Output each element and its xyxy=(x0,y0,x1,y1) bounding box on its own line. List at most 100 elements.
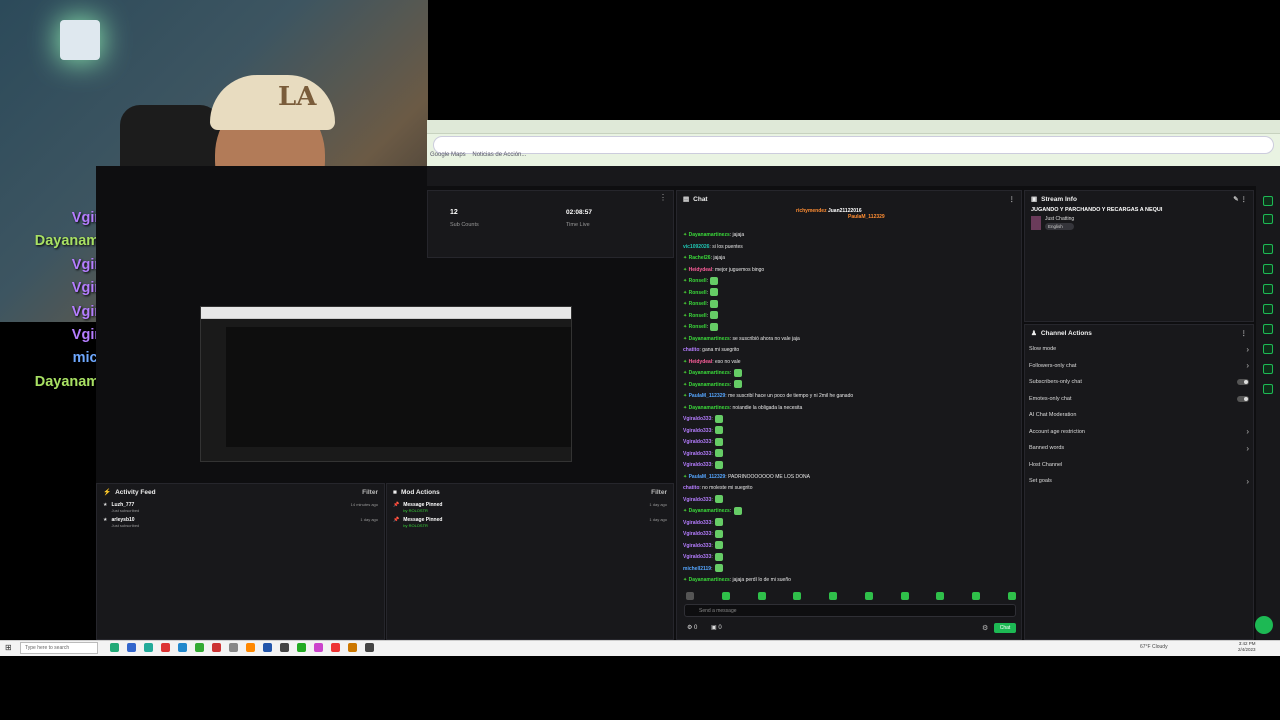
channel-action-item[interactable]: Host Channel xyxy=(1025,457,1253,474)
bookmark-item[interactable]: Google Maps xyxy=(430,152,466,158)
channel-action-item[interactable]: Followers-only chat › xyxy=(1025,358,1253,375)
channel-action-item[interactable]: Banned words › xyxy=(1025,440,1253,457)
chat-username[interactable]: Vgiraldo333 xyxy=(683,520,711,526)
emote-shortcut-icon[interactable] xyxy=(686,592,694,600)
mod-filter-button[interactable]: Filter xyxy=(651,489,667,496)
chat-username[interactable]: Ronsell xyxy=(689,278,707,284)
chat-username[interactable]: Vgiraldo333 xyxy=(683,531,711,537)
taskbar-app-icon[interactable] xyxy=(161,643,170,652)
browser-tab-bar[interactable] xyxy=(427,120,1280,134)
chat-username[interactable]: Ronsell xyxy=(689,301,707,307)
chat-username[interactable]: Dayanamartinezs xyxy=(689,232,730,238)
chat-username[interactable]: PaulaM_112329 xyxy=(689,393,726,399)
mod-action-item[interactable]: 📌 Message Pinned by ROLOSTR 1 day ago xyxy=(387,515,673,530)
emote-shortcut-icon[interactable] xyxy=(936,592,945,600)
channel-action-item[interactable]: AI Chat Moderation xyxy=(1025,407,1253,424)
taskbar-app-icon[interactable] xyxy=(331,643,340,652)
taskbar-app-icon[interactable] xyxy=(246,643,255,652)
chat-username[interactable]: PaulaM_112329 xyxy=(689,474,726,480)
taskbar-app-icon[interactable] xyxy=(297,643,306,652)
settings-gear-icon[interactable]: ⚙ xyxy=(982,624,988,632)
chat-username[interactable]: michell2119 xyxy=(683,566,711,572)
emote-shortcut-icon[interactable] xyxy=(900,592,909,600)
chat-username[interactable]: Dayanamartinezs xyxy=(689,382,730,388)
windows-start-icon[interactable]: ⊞ xyxy=(5,643,12,652)
pinned-user[interactable]: PaulaM_112329 xyxy=(848,214,885,220)
chat-username[interactable]: chatito xyxy=(683,347,699,353)
chat-username[interactable]: Vgiraldo333 xyxy=(683,543,711,549)
taskbar-app-icon[interactable] xyxy=(229,643,238,652)
taskbar-app-icon[interactable] xyxy=(212,643,221,652)
activity-filter-button[interactable]: Filter xyxy=(362,489,378,496)
activity-item[interactable]: ★ Luzh_777 Just subscribed 14 minutes ag… xyxy=(97,500,384,515)
chat-username[interactable]: Ronsell xyxy=(689,324,707,330)
chat-username[interactable]: Vgiraldo333 xyxy=(683,428,711,434)
emote-shortcut-icon[interactable] xyxy=(757,592,766,600)
taskbar-app-icon[interactable] xyxy=(280,643,289,652)
edit-icon[interactable]: ✎ ⋮ xyxy=(1233,195,1247,203)
help-chat-button[interactable] xyxy=(1255,616,1273,634)
stream-category[interactable]: Just Chatting xyxy=(1045,216,1074,222)
taskbar-app-icon[interactable] xyxy=(195,643,204,652)
chat-username[interactable]: Dayanamartinezs xyxy=(689,508,730,514)
quick-action-icon[interactable] xyxy=(1263,214,1273,224)
address-bar[interactable] xyxy=(433,136,1274,154)
emote-shortcut-icon[interactable] xyxy=(972,592,981,600)
chat-username[interactable]: Ronsell xyxy=(689,290,707,296)
toggle-switch[interactable] xyxy=(1237,395,1249,402)
mod-action-item[interactable]: 📌 Message Pinned by ROLOSTR 1 day ago xyxy=(387,500,673,515)
taskbar-search[interactable]: Type here to search xyxy=(20,642,98,654)
chat-username[interactable]: Ronsell xyxy=(689,313,707,319)
channel-action-item[interactable]: Slow mode › xyxy=(1025,341,1253,358)
chat-username[interactable]: Dayanamartinezs xyxy=(689,336,730,342)
chat-username[interactable]: Vgiraldo333 xyxy=(683,439,711,445)
chat-username[interactable]: Heidydeal xyxy=(689,359,713,365)
quick-action-icon[interactable] xyxy=(1263,264,1273,274)
taskbar-app-icon[interactable] xyxy=(144,643,153,652)
channel-points[interactable]: ⚙ 0 xyxy=(687,624,697,631)
quick-action-icon[interactable] xyxy=(1263,304,1273,314)
taskbar-app-icon[interactable] xyxy=(110,643,119,652)
quick-action-icon[interactable] xyxy=(1263,364,1273,374)
channel-action-item[interactable]: Emotes-only chat xyxy=(1025,391,1253,408)
taskbar-app-icon[interactable] xyxy=(127,643,136,652)
channel-action-item[interactable]: Set goals › xyxy=(1025,473,1253,490)
chat-username[interactable]: Vgiraldo333 xyxy=(683,462,711,468)
weather-widget[interactable]: 67°F Cloudy xyxy=(1140,644,1168,650)
taskbar-app-icon[interactable] xyxy=(314,643,323,652)
chat-input[interactable]: Send a message xyxy=(684,604,1016,617)
taskbar-app-icon[interactable] xyxy=(365,643,374,652)
system-clock[interactable]: 3:42 PM 2/4/2023 xyxy=(1238,641,1256,653)
emote-shortcut-icon[interactable] xyxy=(829,592,838,600)
activity-item[interactable]: ★ arleysb10 Just subscribed 1 day ago xyxy=(97,515,384,530)
chat-username[interactable]: Heidydeal xyxy=(689,267,713,273)
chat-username[interactable]: Vgiraldo333 xyxy=(683,416,711,422)
chat-username[interactable]: Dayanamartinezs xyxy=(689,405,730,411)
quick-action-icon[interactable] xyxy=(1263,344,1273,354)
taskbar-app-icon[interactable] xyxy=(263,643,272,652)
channel-action-item[interactable]: Subscribers-only chat xyxy=(1025,374,1253,391)
taskbar-app-icon[interactable] xyxy=(348,643,357,652)
chat-username[interactable]: Vgiraldo333 xyxy=(683,497,711,503)
quick-action-icon[interactable] xyxy=(1263,196,1273,206)
quick-action-icon[interactable] xyxy=(1263,324,1273,334)
emote-shortcut-icon[interactable] xyxy=(793,592,802,600)
chat-username[interactable]: Dayanamartinezs xyxy=(689,370,730,376)
chat-username[interactable]: chatito xyxy=(683,485,699,491)
toggle-switch[interactable] xyxy=(1237,379,1249,386)
emote-shortcut-icon[interactable] xyxy=(721,592,730,600)
more-options-icon[interactable]: ⋮ xyxy=(659,193,667,202)
chat-username[interactable]: Vgiraldo333 xyxy=(683,554,711,560)
pinned-user[interactable]: richymendez xyxy=(796,208,827,214)
chat-menu-icon[interactable]: ⋮ xyxy=(1009,195,1016,203)
quick-action-icon[interactable] xyxy=(1263,284,1273,294)
emote-shortcut-icon[interactable] xyxy=(864,592,873,600)
chat-username[interactable]: Rachel26 xyxy=(689,255,711,261)
quick-action-icon[interactable] xyxy=(1263,384,1273,394)
channel-action-item[interactable]: Account age restriction › xyxy=(1025,424,1253,441)
channel-actions-menu-icon[interactable]: ⋮ xyxy=(1241,329,1248,337)
chat-username[interactable]: vic1092026 xyxy=(683,244,709,250)
quick-action-icon[interactable] xyxy=(1263,244,1273,254)
chat-username[interactable]: Vgiraldo333 xyxy=(683,451,711,457)
bookmark-item[interactable]: Noticias de Acción... xyxy=(472,152,526,158)
